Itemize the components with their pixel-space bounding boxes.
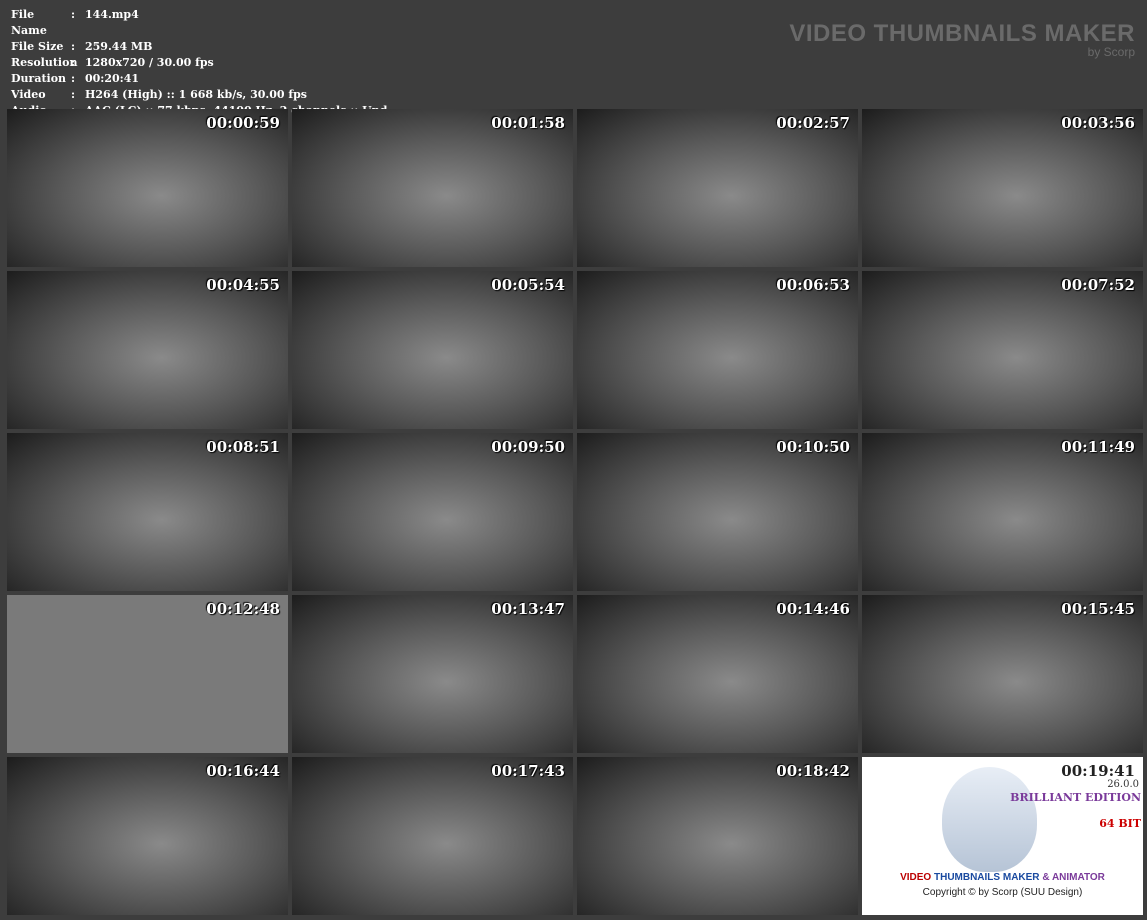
timestamp: 00:07:52 <box>1061 276 1135 294</box>
info-row: Duration:00:20:41 <box>11 71 387 87</box>
timestamp: 00:05:54 <box>491 276 565 294</box>
video-thumbnail[interactable]: 00:06:53 <box>577 271 858 429</box>
info-sep: : <box>71 72 76 85</box>
timestamp: 00:10:50 <box>776 438 850 456</box>
info-row: Resolution:1280x720 / 30.00 fps <box>11 55 387 71</box>
video-thumbnail[interactable]: 00:14:46 <box>577 595 858 753</box>
video-thumbnail[interactable]: 00:16:44 <box>7 757 288 915</box>
video-thumbnail[interactable]: 00:17:43 <box>292 757 573 915</box>
video-thumbnail[interactable]: 00:02:57 <box>577 109 858 267</box>
name-c: & ANIMATOR <box>1042 872 1105 883</box>
info-key: Duration <box>11 72 67 85</box>
info-key: File Name <box>11 8 47 37</box>
timestamp: 00:12:48 <box>206 600 280 618</box>
name-a: VIDEO <box>900 872 932 883</box>
info-row: File Size:259.44 MB <box>11 39 387 55</box>
video-thumbnail[interactable]: 00:07:52 <box>862 271 1143 429</box>
timestamp: 00:16:44 <box>206 762 280 780</box>
file-info: File Name:144.mp4 File Size:259.44 MB Reso… <box>11 7 387 119</box>
timestamp: 00:14:46 <box>776 600 850 618</box>
name-b: THUMBNAILS MAKER <box>933 872 1040 883</box>
video-thumbnail[interactable]: 00:15:45 <box>862 595 1143 753</box>
edition: BRILLIANT EDITION <box>1010 791 1141 804</box>
video-thumbnail[interactable]: 00:04:55 <box>7 271 288 429</box>
info-sep: : <box>71 56 76 69</box>
bits: 64 BIT <box>1099 817 1141 830</box>
video-thumbnail[interactable]: 00:05:54 <box>292 271 573 429</box>
info-value: H264 (High) :: 1 668 kb/s, 30.00 fps <box>85 88 307 101</box>
info-sep: : <box>71 8 76 21</box>
info-value: 259.44 MB <box>85 40 153 53</box>
info-value: 144.mp4 <box>85 8 139 21</box>
timestamp: 00:06:53 <box>776 276 850 294</box>
logo-cell: 00:19:41 26.0.0 BRILLIANT EDITION 64 BIT… <box>862 757 1143 915</box>
info-key: Resolution <box>11 56 78 69</box>
info-key: File Size <box>11 40 64 53</box>
timestamp: 00:17:43 <box>491 762 565 780</box>
video-thumbnail[interactable]: 00:12:48 <box>7 595 288 753</box>
timestamp: 00:01:58 <box>491 114 565 132</box>
info-value: 1280x720 / 30.00 fps <box>85 56 214 69</box>
timestamp: 00:08:51 <box>206 438 280 456</box>
info-sep: : <box>71 88 76 101</box>
video-thumbnail[interactable]: 00:03:56 <box>862 109 1143 267</box>
video-thumbnail[interactable]: 00:00:59 <box>7 109 288 267</box>
timestamp: 00:00:59 <box>206 114 280 132</box>
copyright: Copyright © by Scorp (SUU Design) <box>922 887 1083 898</box>
brand-logo: VIDEO THUMBNAILS MAKER by Scorp <box>789 20 1135 59</box>
timestamp: 00:11:49 <box>1061 438 1135 456</box>
product-name: VIDEO THUMBNAILS MAKER & ANIMATOR <box>862 872 1143 883</box>
timestamp: 00:18:42 <box>776 762 850 780</box>
video-thumbnail[interactable]: 00:01:58 <box>292 109 573 267</box>
timestamp: 00:13:47 <box>491 600 565 618</box>
video-thumbnail[interactable]: 00:18:42 <box>577 757 858 915</box>
info-row: Video: H264 (High) :: 1 668 kb/s, 30.00 f… <box>11 87 387 103</box>
video-thumbnail[interactable]: 00:11:49 <box>862 433 1143 591</box>
info-sep: : <box>71 40 76 53</box>
video-thumbnail[interactable]: 00:10:50 <box>577 433 858 591</box>
timestamp: 00:02:57 <box>776 114 850 132</box>
version: 26.0.0 <box>1107 779 1139 790</box>
timestamp: 00:04:55 <box>206 276 280 294</box>
timestamp: 00:19:41 <box>1061 762 1135 780</box>
timestamp: 00:09:50 <box>491 438 565 456</box>
video-thumbnail[interactable]: 00:08:51 <box>7 433 288 591</box>
info-row: File Name:144.mp4 <box>11 7 387 39</box>
video-thumbnail[interactable]: 00:09:50 <box>292 433 573 591</box>
brand-title: VIDEO THUMBNAILS MAKER <box>789 20 1135 47</box>
video-thumbnail[interactable]: 00:13:47 <box>292 595 573 753</box>
timestamp: 00:15:45 <box>1061 600 1135 618</box>
timestamp: 00:03:56 <box>1061 114 1135 132</box>
info-key: Video <box>11 88 46 101</box>
owl-logo-icon <box>942 767 1037 872</box>
info-value: 00:20:41 <box>85 72 140 85</box>
